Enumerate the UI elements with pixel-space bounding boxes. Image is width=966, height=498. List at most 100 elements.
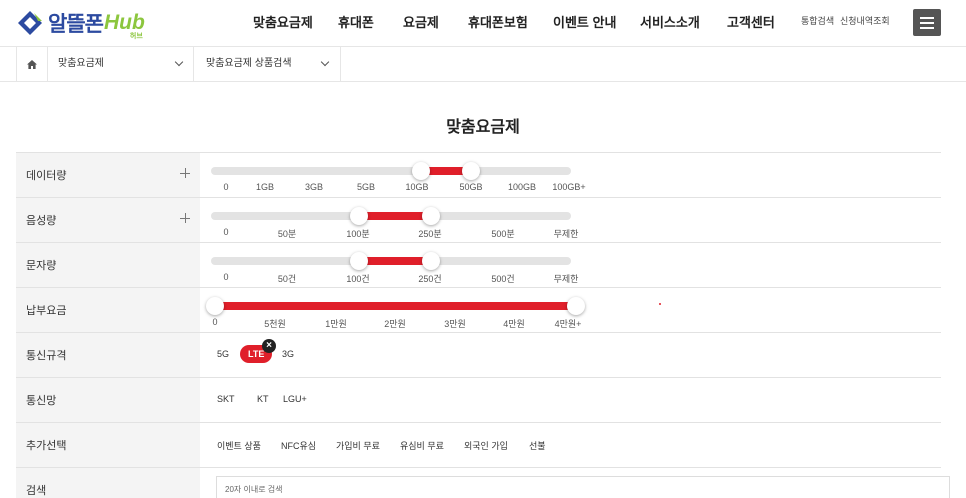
filter-row-extra: 추가선택 이벤트 상품 NFC유심 가입비 무료 유심비 무료 외국인 가입 선… <box>16 423 941 468</box>
fee-slider-max-handle[interactable] <box>567 297 585 315</box>
voice-slider-min-handle[interactable] <box>350 207 368 225</box>
option-prepaid[interactable]: 선불 <box>529 439 546 452</box>
sms-tick: 무제한 <box>553 274 579 284</box>
logo-hub-text: Hub 허브 <box>103 11 145 40</box>
data-tick: 1GB <box>255 182 275 192</box>
hamburger-icon-bar <box>920 22 934 24</box>
option-nfc-usim[interactable]: NFC유심 <box>281 439 316 452</box>
fee-tick: 4만원 <box>503 319 525 329</box>
sms-tick: 250건 <box>418 274 442 284</box>
filter-label-sms: 문자량 <box>16 243 200 287</box>
voice-tick: 250분 <box>418 229 442 239</box>
filter-label-network-type: 통신규격 <box>16 333 200 377</box>
search-input-placeholder: 20자 이내로 검색 <box>225 485 283 494</box>
data-tick: 0 <box>223 182 229 192</box>
data-tick: 50GB <box>459 182 483 192</box>
chevron-down-icon <box>320 57 330 67</box>
filter-label-carrier: 통신망 <box>16 378 200 422</box>
breadcrumb-home[interactable] <box>16 47 48 81</box>
option-3g[interactable]: 3G <box>282 349 294 359</box>
breadcrumb-depth1-dropdown[interactable]: 맞춤요금제 <box>48 47 194 81</box>
voice-tick: 0 <box>223 227 229 237</box>
fee-tick: 0 <box>212 317 218 327</box>
logo-brand-text: 알뜰폰 <box>48 13 104 36</box>
fee-tick: 3만원 <box>444 319 466 329</box>
page-title: 맞춤요금제 <box>446 119 520 136</box>
fee-tick: 1만원 <box>325 319 347 329</box>
voice-tick: 500분 <box>491 229 515 239</box>
util-order-history-link[interactable]: 신청내역조회 <box>840 0 890 42</box>
home-icon <box>27 60 37 69</box>
sms-tick: 50건 <box>277 274 297 284</box>
fee-slider-range <box>215 302 575 310</box>
voice-tick: 무제한 <box>553 229 579 239</box>
filter-row-sms: 문자량 0 50건 100건 250건 500건 무제한 <box>16 243 941 288</box>
breadcrumb-depth2-dropdown[interactable]: 맞춤요금제 상품검색 <box>194 47 341 81</box>
hamburger-icon-bar <box>920 27 934 29</box>
util-search-link[interactable]: 통합검색 <box>801 0 834 42</box>
option-kt[interactable]: KT <box>257 394 269 404</box>
search-input[interactable]: 20자 이내로 검색 <box>216 476 950 498</box>
gnb-item-phone[interactable]: 휴대폰 <box>338 0 374 46</box>
chevron-down-icon <box>174 57 184 67</box>
gnb-item-plan[interactable]: 요금제 <box>403 0 439 46</box>
gnb-item-service[interactable]: 서비스소개 <box>640 0 700 46</box>
breadcrumb: 맞춤요금제 맞춤요금제 상품검색 <box>0 46 966 82</box>
filter-row-voice: 음성량 0 50분 100분 250분 500분 무제한 <box>16 198 941 243</box>
sms-slider-max-handle[interactable] <box>422 252 440 270</box>
filter-label-data: 데이터량 <box>16 153 200 197</box>
breadcrumb-depth2-label: 맞춤요금제 상품검색 <box>206 58 292 69</box>
breadcrumb-depth1-label: 맞춤요금제 <box>58 58 104 69</box>
data-tick: 100GB <box>507 182 537 192</box>
hamburger-icon-bar <box>920 17 934 19</box>
option-no-join-fee[interactable]: 가입비 무료 <box>336 439 380 452</box>
data-tick: 5GB <box>356 182 376 192</box>
logo-mark-icon <box>18 11 42 35</box>
filter-row-data: 데이터량 0 1GB 3GB 5GB 10GB 50GB 100GB 100GB… <box>16 153 941 198</box>
logo-hub-sub: 허브 <box>129 33 143 40</box>
gnb-item-custom-plan[interactable]: 맞춤요금제 <box>253 0 313 46</box>
voice-tick: 50분 <box>277 229 297 239</box>
filter-table: 데이터량 0 1GB 3GB 5GB 10GB 50GB 100GB 100GB… <box>16 152 950 498</box>
fee-slider-min-handle[interactable] <box>206 297 224 315</box>
red-dot-marker <box>659 303 661 305</box>
data-slider-max-handle[interactable] <box>462 162 480 180</box>
site-logo[interactable]: 알뜰폰 Hub 허브 <box>16 8 145 40</box>
sms-tick: 100건 <box>346 274 370 284</box>
plus-icon[interactable] <box>180 213 190 223</box>
gnb-item-event[interactable]: 이벤트 안내 <box>553 0 616 46</box>
sms-slider-range <box>358 257 431 265</box>
voice-slider-range <box>358 212 431 220</box>
filter-row-network-type: 통신규격 5G LTE × 3G <box>16 333 941 378</box>
filter-row-search: 검색 20자 이내로 검색 <box>16 468 950 498</box>
sms-tick: 500건 <box>491 274 515 284</box>
data-slider-min-handle[interactable] <box>412 162 430 180</box>
option-5g[interactable]: 5G <box>217 349 229 359</box>
close-icon[interactable]: × <box>262 339 276 353</box>
voice-tick: 100분 <box>346 229 370 239</box>
option-lgu[interactable]: LGU+ <box>283 394 307 404</box>
fee-tick: 5천원 <box>264 319 286 329</box>
sms-slider-min-handle[interactable] <box>350 252 368 270</box>
option-event-product[interactable]: 이벤트 상품 <box>217 439 261 452</box>
filter-row-fee: 납부요금 0 5천원 1만원 2만원 3만원 4만원 4만원+ <box>16 288 941 333</box>
data-tick: 10GB <box>405 182 429 192</box>
plus-icon[interactable] <box>180 168 190 178</box>
hamburger-menu-button[interactable] <box>913 9 941 36</box>
fee-tick: 2만원 <box>384 319 406 329</box>
data-slider-track[interactable] <box>211 167 571 175</box>
option-free-usim[interactable]: 유심비 무료 <box>400 439 444 452</box>
option-skt[interactable]: SKT <box>217 394 235 404</box>
data-tick: 3GB <box>304 182 324 192</box>
filter-label-voice: 음성량 <box>16 198 200 242</box>
gnb-item-support[interactable]: 고객센터 <box>727 0 775 46</box>
site-header: 알뜰폰 Hub 허브 맞춤요금제 휴대폰 요금제 휴대폰보험 이벤트 안내 서비스… <box>0 0 966 46</box>
filter-row-carrier: 통신망 SKT KT LGU+ <box>16 378 941 423</box>
filter-label-fee: 납부요금 <box>16 288 200 332</box>
sms-tick: 0 <box>223 272 229 282</box>
gnb-item-insurance[interactable]: 휴대폰보험 <box>468 0 528 46</box>
option-foreigner[interactable]: 외국인 가입 <box>464 439 508 452</box>
voice-slider-max-handle[interactable] <box>422 207 440 225</box>
filter-label-extra: 추가선택 <box>16 423 200 467</box>
data-tick: 100GB+ <box>552 182 586 192</box>
